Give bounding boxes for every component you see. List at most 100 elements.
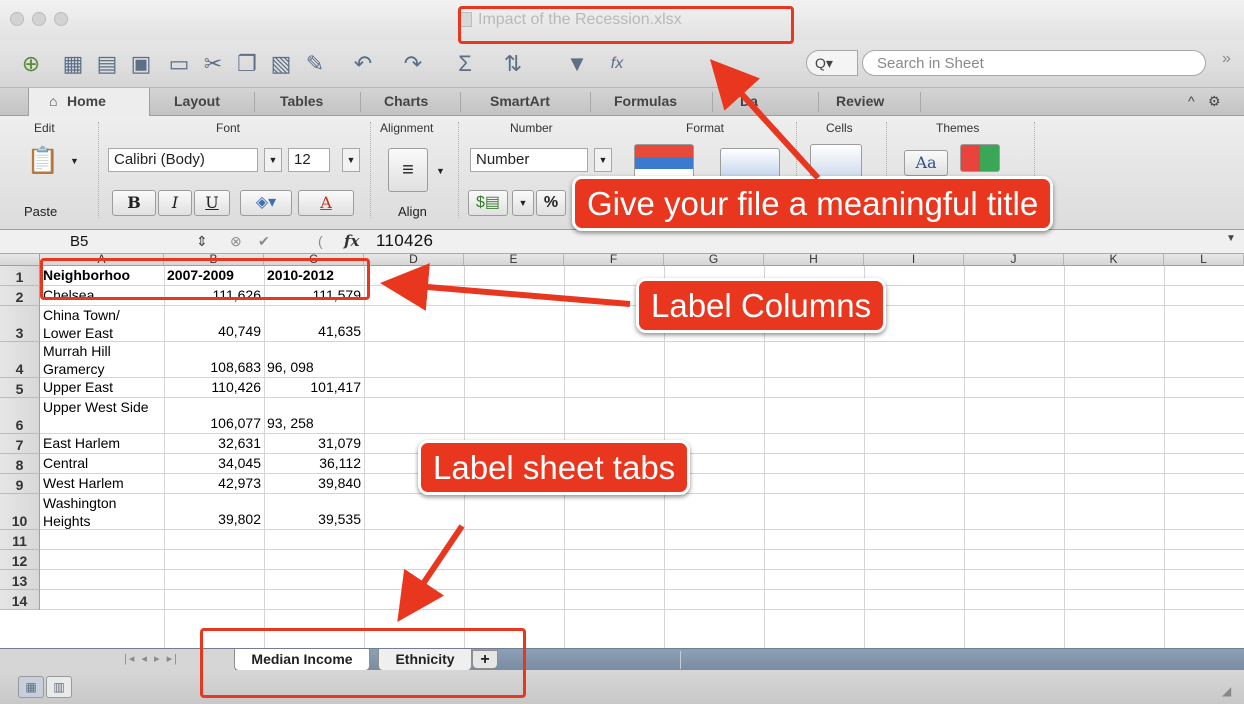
name-box[interactable]: B5 [70, 233, 88, 250]
cell-c8[interactable]: 36,112 [264, 455, 364, 475]
currency-dropdown[interactable]: ▼ [512, 190, 534, 216]
cell-a14[interactable] [40, 591, 164, 611]
column-header[interactable]: G [664, 254, 764, 265]
undo-icon[interactable]: ↶ [346, 50, 380, 78]
tab-home[interactable]: ⌂ Home [28, 88, 150, 116]
cell-a13[interactable] [40, 571, 164, 591]
row-header[interactable]: 13 [0, 570, 40, 590]
row-header[interactable]: 12 [0, 550, 40, 570]
cell-b12[interactable] [164, 551, 264, 571]
row-header[interactable]: 9 [0, 474, 40, 494]
column-header[interactable]: E [464, 254, 564, 265]
paste-icon[interactable]: 📋 [24, 138, 62, 184]
cell-b9[interactable]: 42,973 [164, 475, 264, 495]
tab-tables[interactable]: Tables [280, 93, 323, 109]
save-icon[interactable]: ▣ [124, 50, 158, 78]
search-scope-dropdown[interactable]: Q▾ [806, 50, 858, 76]
cell-b14[interactable] [164, 591, 264, 611]
name-box-stepper-icon[interactable]: ⇕ [196, 233, 208, 250]
minimize-window-button[interactable] [32, 12, 46, 26]
normal-view-icon[interactable]: ▦ [18, 676, 44, 698]
tab-review[interactable]: Review [836, 93, 884, 109]
cell-a10[interactable]: Washington Heights [40, 494, 164, 530]
cancel-entry-icon[interactable]: ⊗ [230, 233, 242, 250]
column-header[interactable]: L [1164, 254, 1244, 265]
filter-icon[interactable]: ▼ [560, 50, 594, 78]
collapse-ribbon-icon[interactable]: ^ [1188, 93, 1195, 109]
font-size-dropdown[interactable]: ▼ [342, 148, 360, 172]
page-layout-view-icon[interactable]: ▥ [46, 676, 72, 698]
cell-b8[interactable]: 34,045 [164, 455, 264, 475]
column-header[interactable]: H [764, 254, 864, 265]
number-format-dropdown[interactable]: ▼ [594, 148, 612, 172]
cell-a7[interactable]: East Harlem [40, 435, 164, 455]
cell-c7[interactable]: 31,079 [264, 435, 364, 455]
tab-charts[interactable]: Charts [384, 93, 428, 109]
copy-icon[interactable]: ❐ [230, 50, 264, 78]
toolbar-overflow-icon[interactable]: » [1222, 50, 1231, 68]
cell-a3[interactable]: China Town/ Lower East [40, 306, 164, 342]
align-icon[interactable]: ≡ [388, 148, 428, 192]
search-input[interactable]: Search in Sheet [862, 50, 1206, 76]
resize-grip-icon[interactable]: ◢ [1222, 684, 1231, 698]
paste-dropdown-icon[interactable]: ▼ [70, 156, 79, 166]
row-header[interactable]: 14 [0, 590, 40, 610]
function-icon[interactable]: ( [318, 233, 323, 249]
row-header[interactable]: 5 [0, 378, 40, 398]
row-header[interactable]: 1 [0, 266, 40, 286]
gear-icon[interactable]: ⚙ [1208, 93, 1221, 110]
formula-builder-icon[interactable]: fx [600, 50, 634, 78]
print-icon[interactable]: ▭ [162, 50, 196, 78]
underline-button[interactable]: U [194, 190, 230, 216]
fx-button[interactable]: fx [344, 232, 359, 250]
paste-icon[interactable]: ▧ [264, 50, 298, 78]
cell-c5[interactable]: 101,417 [264, 379, 364, 399]
column-header[interactable]: D [364, 254, 464, 265]
percent-button[interactable]: % [536, 190, 566, 216]
cut-icon[interactable]: ✂ [196, 50, 230, 78]
row-header[interactable]: 6 [0, 398, 40, 434]
fill-color-button[interactable]: ◈▾ [240, 190, 292, 216]
redo-icon[interactable]: ↷ [396, 50, 430, 78]
font-name-dropdown[interactable]: ▼ [264, 148, 282, 172]
templates-icon[interactable]: ▦ [56, 50, 90, 78]
italic-button[interactable]: I [158, 190, 192, 216]
currency-icon[interactable]: $▤ [468, 190, 508, 216]
font-name-field[interactable]: Calibri (Body) [108, 148, 258, 172]
cell-b11[interactable] [164, 531, 264, 551]
bold-button[interactable]: B [112, 190, 156, 216]
font-size-field[interactable]: 12 [288, 148, 330, 172]
cell-b5[interactable]: 110,426 [164, 379, 264, 399]
sheet-nav-arrows[interactable]: |◂ ◂ ▸ ▸| [124, 652, 179, 665]
tab-formulas[interactable]: Formulas [614, 93, 677, 109]
cell-a11[interactable] [40, 531, 164, 551]
row-header[interactable]: 10 [0, 494, 40, 530]
cell-c14[interactable] [264, 591, 364, 611]
row-header[interactable]: 2 [0, 286, 40, 306]
align-dropdown-icon[interactable]: ▼ [436, 166, 445, 176]
cell-a8[interactable]: Central [40, 455, 164, 475]
expand-formula-icon[interactable]: ▼ [1226, 233, 1236, 244]
row-header[interactable]: 7 [0, 434, 40, 454]
cell-a5[interactable]: Upper East [40, 379, 164, 399]
zoom-window-button[interactable] [54, 12, 68, 26]
themes-button[interactable]: Aa [904, 150, 948, 176]
select-all-corner[interactable] [0, 254, 40, 266]
font-color-button[interactable]: A [298, 190, 354, 216]
tab-data[interactable]: Da [740, 93, 758, 109]
column-header[interactable]: J [964, 254, 1064, 265]
cell-b13[interactable] [164, 571, 264, 591]
row-header[interactable]: 8 [0, 454, 40, 474]
theme-colors-icon[interactable] [960, 144, 1000, 172]
cell-c9[interactable]: 39,840 [264, 475, 364, 495]
sort-icon[interactable]: ⇅ [496, 50, 530, 78]
column-header[interactable]: K [1064, 254, 1164, 265]
row-header[interactable]: 11 [0, 530, 40, 550]
cell-a9[interactable]: West Harlem [40, 475, 164, 495]
formula-input[interactable]: 110426 [376, 231, 433, 251]
cell-a4[interactable]: Murrah Hill Gramercy [40, 342, 164, 378]
tab-layout[interactable]: Layout [174, 93, 220, 109]
tab-smartart[interactable]: SmartArt [490, 93, 550, 109]
autosum-icon[interactable]: Σ [448, 50, 482, 78]
new-workbook-icon[interactable]: ⊕ [14, 50, 48, 78]
